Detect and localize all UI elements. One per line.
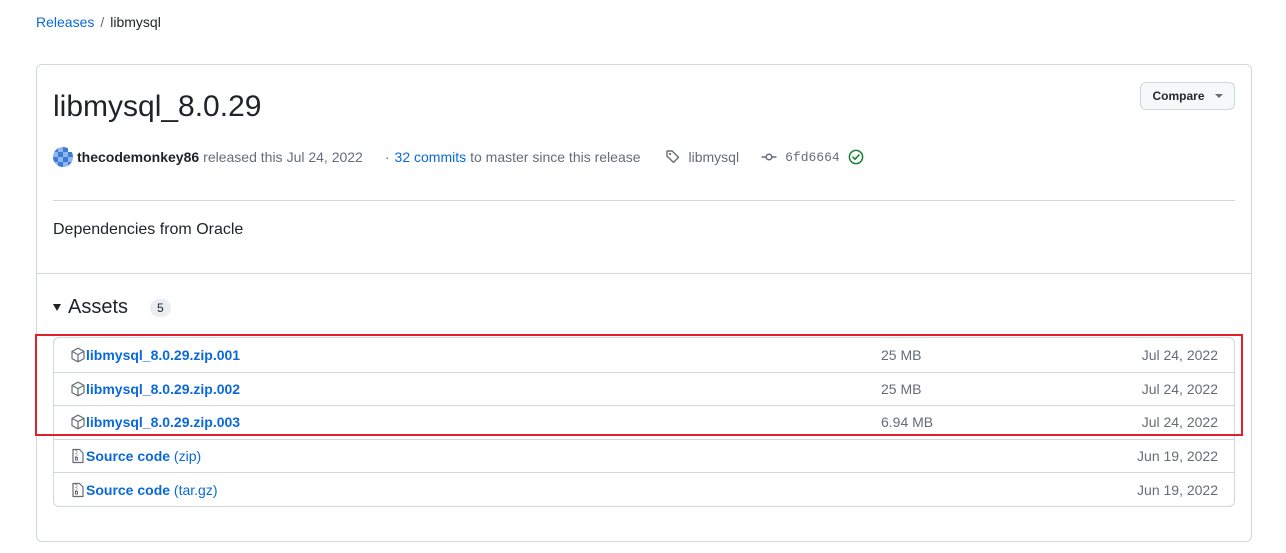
released-text: released this [203, 149, 283, 165]
package-icon [70, 414, 86, 430]
assets-toggle[interactable]: Assets 5 [53, 296, 171, 319]
release-description: Dependencies from Oracle [53, 221, 244, 238]
release-card: libmysql_8.0.29 Compare thecodemonkey86 … [36, 64, 1252, 542]
tag-label: libmysql [688, 149, 740, 165]
asset-link[interactable]: Source code (zip) [86, 448, 201, 464]
compare-button-label: Compare [1152, 89, 1205, 103]
breadcrumb-separator: / [100, 14, 105, 30]
asset-name: libmysql_8.0.29.zip.001 [86, 346, 241, 363]
package-icon [70, 347, 86, 363]
asset-date: Jul 24, 2022 [1141, 414, 1218, 431]
asset-link[interactable]: Source code (tar.gz) [86, 482, 218, 498]
asset-date: Jul 24, 2022 [1141, 380, 1218, 397]
asset-link[interactable]: libmysql_8.0.29.zip.002 [86, 381, 240, 397]
tag-icon [665, 150, 679, 164]
asset-date: Jun 19, 2022 [1137, 448, 1218, 465]
chevron-down-icon [1214, 94, 1223, 98]
release-meta: thecodemonkey86 released this Jul 24, 20… [53, 147, 864, 167]
release-date: Jul 24, 2022 [286, 149, 363, 165]
tag-link[interactable]: libmysql [665, 149, 740, 165]
commit-sha: 6fd6664 [785, 149, 840, 165]
author-link[interactable]: thecodemonkey86 [77, 149, 199, 165]
git-commit-icon [761, 153, 777, 161]
breadcrumb: Releases / libmysql [36, 14, 161, 30]
avatar[interactable] [53, 147, 73, 167]
asset-size: 6.94 MB [881, 414, 934, 431]
breadcrumb-releases-link[interactable]: Releases [36, 14, 94, 30]
assets-heading: Assets [68, 296, 129, 318]
assets-count-badge: 5 [150, 298, 171, 317]
commit-link[interactable]: 6fd6664 [761, 149, 864, 165]
asset-link[interactable]: libmysql_8.0.29.zip.001 [86, 347, 240, 363]
breadcrumb-current: libmysql [110, 14, 161, 30]
asset-name: libmysql_8.0.29.zip.003 [86, 414, 241, 431]
triangle-down-icon [53, 304, 61, 311]
asset-row: libmysql_8.0.29.zip.003 6.94 MB Jul 24, … [54, 405, 1234, 439]
asset-date: Jun 19, 2022 [1137, 481, 1218, 498]
asset-size: 25 MB [881, 380, 922, 397]
commits-link[interactable]: 32 commits [395, 149, 467, 165]
asset-row: Source code (zip) Jun 19, 2022 [54, 438, 1234, 473]
verified-check-icon[interactable] [848, 149, 864, 165]
asset-name: Source code [86, 481, 171, 498]
asset-date: Jul 24, 2022 [1141, 346, 1218, 363]
commits-suffix: to master since this release [470, 149, 641, 165]
asset-name: libmysql_8.0.29.zip.002 [86, 380, 241, 397]
asset-row: libmysql_8.0.29.zip.001 25 MB Jul 24, 20… [54, 338, 1234, 372]
asset-suffix: (zip) [173, 448, 202, 465]
asset-size: 25 MB [881, 346, 922, 363]
meta-dot: · [384, 149, 390, 165]
asset-row: libmysql_8.0.29.zip.002 25 MB Jul 24, 20… [54, 371, 1234, 406]
release-title[interactable]: libmysql_8.0.29 [53, 89, 261, 125]
divider [53, 200, 1235, 201]
asset-link[interactable]: libmysql_8.0.29.zip.003 [86, 414, 240, 430]
package-icon [70, 381, 86, 397]
asset-name: Source code [86, 448, 171, 465]
compare-button[interactable]: Compare [1140, 82, 1235, 110]
asset-list: libmysql_8.0.29.zip.001 25 MB Jul 24, 20… [53, 337, 1235, 507]
file-zip-icon [70, 482, 86, 498]
file-zip-icon [70, 448, 86, 464]
asset-suffix: (tar.gz) [173, 481, 218, 498]
divider [37, 273, 1251, 274]
asset-row: Source code (tar.gz) Jun 19, 2022 [54, 472, 1234, 506]
